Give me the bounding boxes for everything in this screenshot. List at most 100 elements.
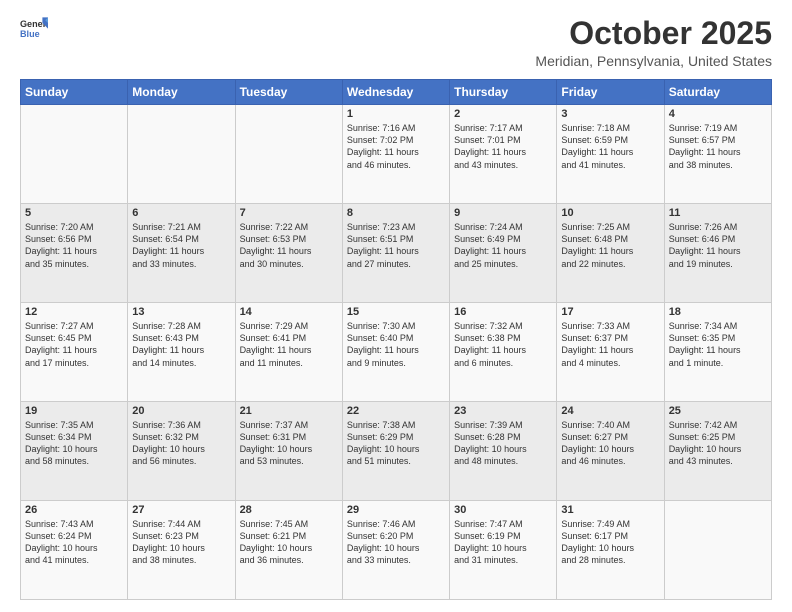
day-info: Sunrise: 7:28 AM Sunset: 6:43 PM Dayligh… [132,320,230,369]
calendar-header-row: SundayMondayTuesdayWednesdayThursdayFrid… [21,80,772,105]
day-number: 30 [454,504,552,516]
day-info: Sunrise: 7:44 AM Sunset: 6:23 PM Dayligh… [132,518,230,567]
day-info: Sunrise: 7:27 AM Sunset: 6:45 PM Dayligh… [25,320,123,369]
day-info: Sunrise: 7:38 AM Sunset: 6:29 PM Dayligh… [347,419,445,468]
calendar-cell: 21 Sunrise: 7:37 AM Sunset: 6:31 PM Dayli… [235,402,342,501]
col-header-tuesday: Tuesday [235,80,342,105]
calendar-cell: 18 Sunrise: 7:34 AM Sunset: 6:35 PM Dayli… [664,303,771,402]
calendar-cell: 31Sunrise: 7:49 AM Sunset: 6:17 PM Dayli… [557,501,664,600]
day-number: 25 [669,405,767,417]
header: General Blue October 2025 Meridian, Penn… [20,16,772,69]
calendar-cell: 7 Sunrise: 7:22 AM Sunset: 6:53 PM Daylig… [235,204,342,303]
day-info: Sunrise: 7:30 AM Sunset: 6:40 PM Dayligh… [347,320,445,369]
day-number: 3 [561,108,659,120]
calendar-cell: 6 Sunrise: 7:21 AM Sunset: 6:54 PM Daylig… [128,204,235,303]
day-info: Sunrise: 7:35 AM Sunset: 6:34 PM Dayligh… [25,419,123,468]
calendar-cell: 11 Sunrise: 7:26 AM Sunset: 6:46 PM Dayli… [664,204,771,303]
day-number: 13 [132,306,230,318]
day-number: 26 [25,504,123,516]
day-info: Sunrise: 7:18 AM Sunset: 6:59 PM Dayligh… [561,122,659,171]
day-number: 17 [561,306,659,318]
day-number: 18 [669,306,767,318]
day-number: 24 [561,405,659,417]
calendar-cell: 24 Sunrise: 7:40 AM Sunset: 6:27 PM Dayli… [557,402,664,501]
day-number: 21 [240,405,338,417]
day-info: Sunrise: 7:19 AM Sunset: 6:57 PM Dayligh… [669,122,767,171]
day-number: 2 [454,108,552,120]
day-number: 22 [347,405,445,417]
day-number: 9 [454,207,552,219]
calendar-cell: 19 Sunrise: 7:35 AM Sunset: 6:34 PM Dayli… [21,402,128,501]
day-info: Sunrise: 7:22 AM Sunset: 6:53 PM Dayligh… [240,221,338,270]
calendar-cell: 16 Sunrise: 7:32 AM Sunset: 6:38 PM Dayli… [450,303,557,402]
day-info: Sunrise: 7:36 AM Sunset: 6:32 PM Dayligh… [132,419,230,468]
day-info: Sunrise: 7:29 AM Sunset: 6:41 PM Dayligh… [240,320,338,369]
day-info: Sunrise: 7:34 AM Sunset: 6:35 PM Dayligh… [669,320,767,369]
day-number: 5 [25,207,123,219]
calendar-cell [128,105,235,204]
title-block: October 2025 Meridian, Pennsylvania, Uni… [535,16,772,69]
day-number: 4 [669,108,767,120]
calendar-cell: 14 Sunrise: 7:29 AM Sunset: 6:41 PM Dayli… [235,303,342,402]
main-title: October 2025 [535,16,772,51]
day-info: Sunrise: 7:20 AM Sunset: 6:56 PM Dayligh… [25,221,123,270]
day-info: Sunrise: 7:33 AM Sunset: 6:37 PM Dayligh… [561,320,659,369]
calendar-table: SundayMondayTuesdayWednesdayThursdayFrid… [20,79,772,600]
calendar-cell [21,105,128,204]
day-info: Sunrise: 7:43 AM Sunset: 6:24 PM Dayligh… [25,518,123,567]
day-number: 19 [25,405,123,417]
calendar-cell: 3 Sunrise: 7:18 AM Sunset: 6:59 PM Daylig… [557,105,664,204]
calendar-cell: 2 Sunrise: 7:17 AM Sunset: 7:01 PM Daylig… [450,105,557,204]
day-number: 7 [240,207,338,219]
calendar-cell: 20 Sunrise: 7:36 AM Sunset: 6:32 PM Dayli… [128,402,235,501]
col-header-sunday: Sunday [21,80,128,105]
calendar-cell: 13 Sunrise: 7:28 AM Sunset: 6:43 PM Dayli… [128,303,235,402]
day-number: 11 [669,207,767,219]
calendar-cell: 9Sunrise: 7:24 AM Sunset: 6:49 PM Daylig… [450,204,557,303]
subtitle: Meridian, Pennsylvania, United States [535,53,772,69]
day-number: 12 [25,306,123,318]
day-info: Sunrise: 7:49 AM Sunset: 6:17 PM Dayligh… [561,518,659,567]
calendar-cell: 23Sunrise: 7:39 AM Sunset: 6:28 PM Dayli… [450,402,557,501]
calendar-cell: 22 Sunrise: 7:38 AM Sunset: 6:29 PM Dayli… [342,402,449,501]
calendar-cell: 28Sunrise: 7:45 AM Sunset: 6:21 PM Dayli… [235,501,342,600]
day-number: 14 [240,306,338,318]
col-header-thursday: Thursday [450,80,557,105]
day-info: Sunrise: 7:32 AM Sunset: 6:38 PM Dayligh… [454,320,552,369]
calendar-cell: 30Sunrise: 7:47 AM Sunset: 6:19 PM Dayli… [450,501,557,600]
day-info: Sunrise: 7:17 AM Sunset: 7:01 PM Dayligh… [454,122,552,171]
day-number: 16 [454,306,552,318]
day-number: 6 [132,207,230,219]
calendar-week-3: 12 Sunrise: 7:27 AM Sunset: 6:45 PM Dayli… [21,303,772,402]
day-number: 20 [132,405,230,417]
day-info: Sunrise: 7:42 AM Sunset: 6:25 PM Dayligh… [669,419,767,468]
calendar-cell [664,501,771,600]
day-info: Sunrise: 7:45 AM Sunset: 6:21 PM Dayligh… [240,518,338,567]
page: General Blue October 2025 Meridian, Penn… [0,0,792,612]
svg-text:Blue: Blue [20,29,40,39]
day-number: 27 [132,504,230,516]
col-header-wednesday: Wednesday [342,80,449,105]
day-number: 15 [347,306,445,318]
day-number: 10 [561,207,659,219]
logo-icon: General Blue [20,16,48,44]
col-header-monday: Monday [128,80,235,105]
day-number: 1 [347,108,445,120]
day-number: 8 [347,207,445,219]
day-info: Sunrise: 7:21 AM Sunset: 6:54 PM Dayligh… [132,221,230,270]
day-info: Sunrise: 7:26 AM Sunset: 6:46 PM Dayligh… [669,221,767,270]
calendar-cell: 10 Sunrise: 7:25 AM Sunset: 6:48 PM Dayli… [557,204,664,303]
day-info: Sunrise: 7:40 AM Sunset: 6:27 PM Dayligh… [561,419,659,468]
calendar-week-1: 1Sunrise: 7:16 AM Sunset: 7:02 PM Daylig… [21,105,772,204]
calendar-cell: 29Sunrise: 7:46 AM Sunset: 6:20 PM Dayli… [342,501,449,600]
day-info: Sunrise: 7:25 AM Sunset: 6:48 PM Dayligh… [561,221,659,270]
calendar-week-4: 19 Sunrise: 7:35 AM Sunset: 6:34 PM Dayli… [21,402,772,501]
col-header-saturday: Saturday [664,80,771,105]
calendar-cell: 15 Sunrise: 7:30 AM Sunset: 6:40 PM Dayli… [342,303,449,402]
day-info: Sunrise: 7:39 AM Sunset: 6:28 PM Dayligh… [454,419,552,468]
calendar-cell: 5 Sunrise: 7:20 AM Sunset: 6:56 PM Daylig… [21,204,128,303]
day-info: Sunrise: 7:23 AM Sunset: 6:51 PM Dayligh… [347,221,445,270]
calendar-cell: 17 Sunrise: 7:33 AM Sunset: 6:37 PM Dayli… [557,303,664,402]
day-info: Sunrise: 7:37 AM Sunset: 6:31 PM Dayligh… [240,419,338,468]
col-header-friday: Friday [557,80,664,105]
